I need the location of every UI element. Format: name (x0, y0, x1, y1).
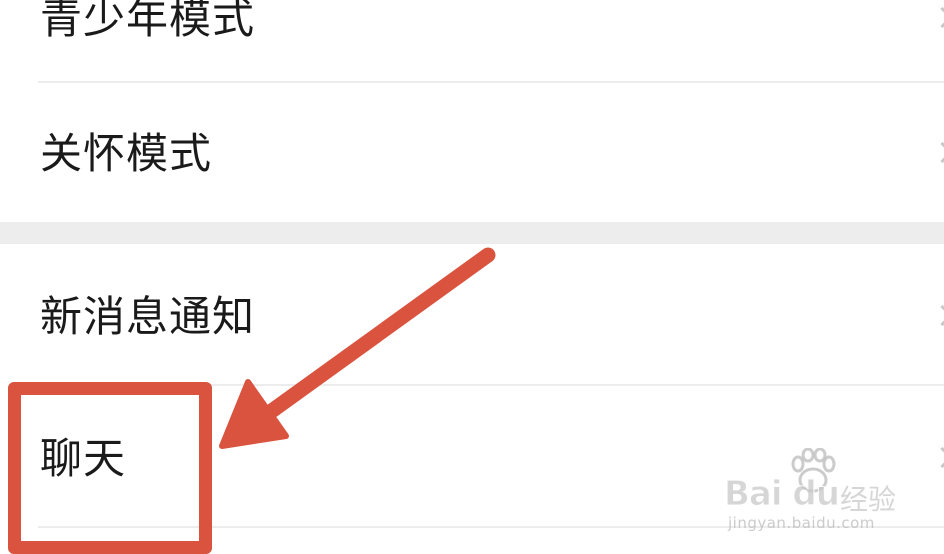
watermark-brand: Bai du (724, 474, 841, 515)
highlight-box (8, 382, 212, 554)
section-separator (0, 222, 944, 244)
chevron-right-icon (931, 446, 944, 469)
chevron-right-icon (931, 141, 944, 164)
settings-item-label: 关怀模式 (40, 129, 213, 178)
settings-item-label: 青少年模式 (40, 0, 256, 43)
chevron-right-icon (931, 304, 944, 327)
settings-item-new-message-notification[interactable]: 新消息通知 (0, 244, 944, 384)
watermark-suffix: 经验 (840, 483, 897, 516)
chevron-right-icon (931, 6, 944, 29)
settings-item-care-mode[interactable]: 关怀模式 (0, 83, 944, 222)
watermark-url: jingyan.baidu.com (728, 514, 875, 532)
watermark: Bai du 经验 jingyan.baidu.com (724, 448, 904, 538)
settings-item-label: 新消息通知 (40, 292, 256, 341)
settings-item-teen-mode[interactable]: 青少年模式 (0, 0, 944, 82)
settings-screen: 青少年模式 关怀模式 新消息通知 聊天 Bai du 经验 jingyan.ba… (0, 0, 944, 554)
